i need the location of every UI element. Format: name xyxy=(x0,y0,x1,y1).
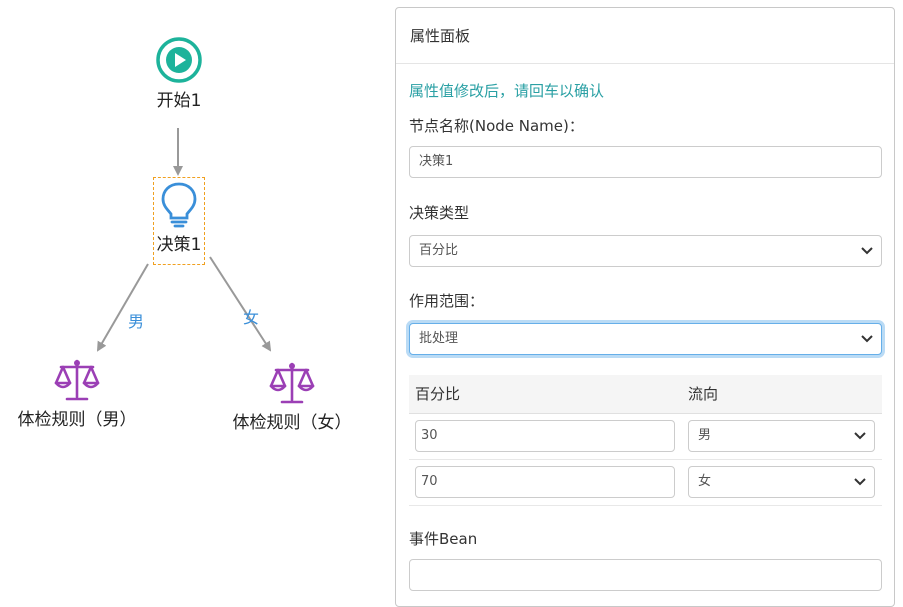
table-row: 30 男 xyxy=(409,413,882,460)
percent-input[interactable]: 70 xyxy=(415,466,675,498)
table-header-flow: 流向 xyxy=(682,375,882,414)
scope-value: 批处理 xyxy=(419,331,459,346)
chevron-down-icon xyxy=(861,335,873,343)
node-name-label: 节点名称(Node Name)： xyxy=(409,117,584,135)
property-panel: 属性面板 属性值修改后，请回车以确认 节点名称(Node Name)： 决策1 … xyxy=(395,7,895,607)
percent-input[interactable]: 30 xyxy=(415,420,675,452)
chevron-down-icon xyxy=(854,478,866,486)
flow-value: 男 xyxy=(698,428,712,443)
flow-value: 女 xyxy=(698,474,712,489)
percent-table: 百分比 流向 30 男 70 女 xyxy=(409,375,882,506)
decision-type-select[interactable]: 百分比 xyxy=(409,235,882,267)
node-decision-label: 决策1 xyxy=(156,235,202,255)
play-circle-icon xyxy=(156,37,202,83)
table-header-percent: 百分比 xyxy=(409,375,682,414)
node-name-input[interactable]: 决策1 xyxy=(409,146,882,178)
panel-title: 属性面板 xyxy=(396,8,894,64)
scales-icon xyxy=(54,359,100,401)
node-rule-female[interactable]: 体检规则（女） xyxy=(226,360,358,433)
chevron-down-icon xyxy=(861,247,873,255)
node-start-label: 开始1 xyxy=(156,91,202,111)
panel-hint: 属性值修改后，请回车以确认 xyxy=(409,82,605,100)
node-rule-male-label: 体检规则（男） xyxy=(17,410,137,430)
node-decision[interactable]: 决策1 xyxy=(153,177,205,265)
scope-label: 作用范围： xyxy=(409,292,485,310)
flow-select[interactable]: 女 xyxy=(688,466,875,498)
decision-type-label: 决策类型 xyxy=(409,204,470,222)
flow-select[interactable]: 男 xyxy=(688,420,875,452)
node-start[interactable]: 开始1 xyxy=(150,36,208,111)
event-bean-label: 事件Bean xyxy=(409,529,478,548)
node-rule-female-label: 体检规则（女） xyxy=(232,413,352,433)
table-row: 70 女 xyxy=(409,459,882,506)
scales-icon xyxy=(269,362,315,404)
event-bean-input[interactable] xyxy=(409,558,882,591)
edge-label-male: 男 xyxy=(128,312,145,331)
flow-canvas[interactable]: 男 女 开始1 决策1 体检规则（男） 体检规则（女） xyxy=(0,0,390,587)
chevron-down-icon xyxy=(854,432,866,440)
node-rule-male[interactable]: 体检规则（男） xyxy=(12,357,142,430)
scope-select[interactable]: 批处理 xyxy=(409,323,882,355)
edge-decision-female xyxy=(209,256,272,352)
decision-type-value: 百分比 xyxy=(419,243,459,258)
edge-label-female: 女 xyxy=(243,308,260,327)
lightbulb-icon xyxy=(161,182,197,228)
edge-decision-male xyxy=(96,263,149,352)
